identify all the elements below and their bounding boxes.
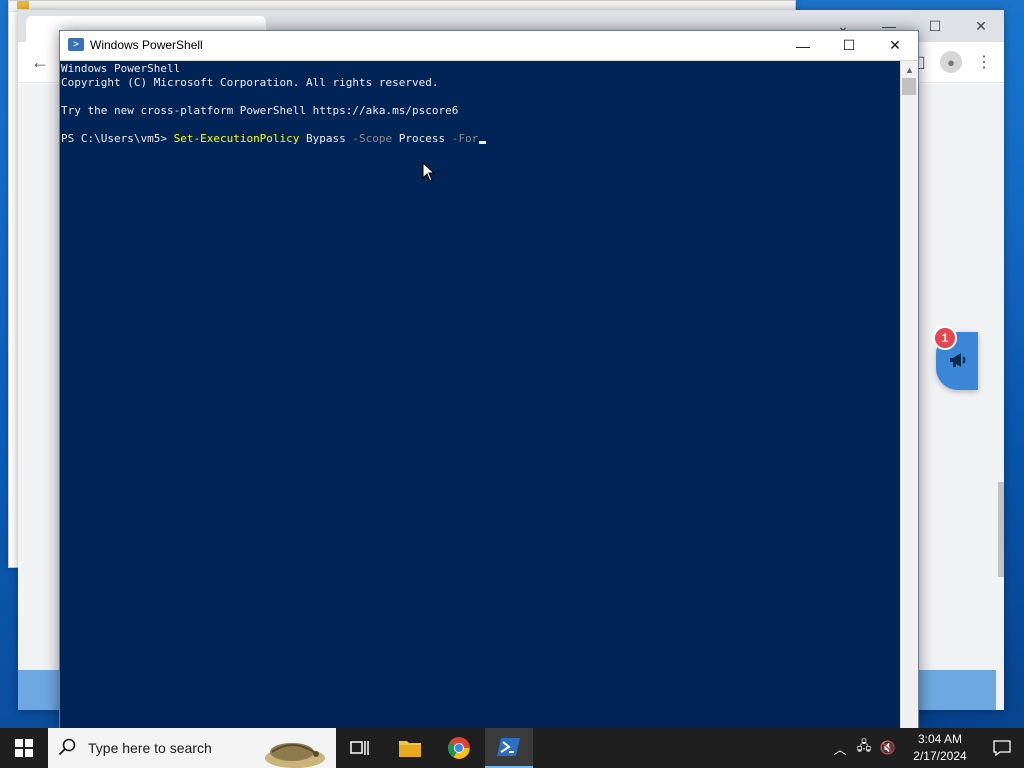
file-explorer-taskbar-button[interactable] <box>386 728 434 768</box>
windows-logo-icon <box>15 739 33 757</box>
powershell-titlebar[interactable]: > Windows PowerShell — ☐ ✕ <box>60 31 918 61</box>
taskbar-search-box[interactable]: Type here to search <box>48 728 336 768</box>
cmdlet-text: Set-ExecutionPolicy <box>173 132 300 145</box>
clock-date: 2/17/2024 <box>913 749 967 763</box>
notification-badge: 1 <box>933 326 957 350</box>
page-scrollbar-thumb[interactable] <box>998 482 1004 577</box>
close-icon[interactable]: ✕ <box>958 10 1004 42</box>
close-button[interactable]: ✕ <box>872 31 918 60</box>
volume-muted-icon[interactable]: 🔇 <box>876 740 900 756</box>
system-tray: ︿ 🖧 🔇 3:04 AM 2/17/2024 <box>828 728 1024 768</box>
profile-avatar-icon[interactable]: ● <box>940 51 962 73</box>
back-arrow-icon[interactable]: ← <box>28 50 52 74</box>
text-cursor <box>479 141 487 144</box>
taskbar: Type here to search ︿ 🖧 🔇 3:04 AM 2/17/2… <box>0 728 1024 768</box>
powershell-icon <box>497 738 520 756</box>
argument-text: Process <box>392 132 452 145</box>
parameter-text: -Scope <box>352 132 393 145</box>
maximize-button[interactable]: ☐ <box>826 31 872 60</box>
clock-time: 3:04 AM <box>917 732 963 746</box>
command-prompt-line[interactable]: PS C:\Users\vm5> Set-ExecutionPolicy Byp… <box>61 132 900 146</box>
console-line: Windows PowerShell <box>61 62 181 75</box>
announcement-widget-button[interactable]: 1 <box>933 326 978 390</box>
prompt-path: PS C:\Users\vm5> <box>61 132 174 145</box>
powershell-taskbar-button[interactable] <box>485 728 533 768</box>
powershell-window[interactable]: > Windows PowerShell — ☐ ✕ Windows Power… <box>59 30 919 730</box>
console-scrollbar[interactable]: ▲ <box>900 61 918 729</box>
window-title: Windows PowerShell <box>90 38 203 52</box>
folder-icon <box>17 1 29 9</box>
notification-icon <box>993 740 1011 756</box>
action-center-button[interactable] <box>980 740 1024 756</box>
parameter-text: -For <box>451 132 479 145</box>
scrollbar-thumb[interactable] <box>902 78 916 95</box>
megaphone-icon <box>949 352 967 373</box>
mouse-pointer-icon <box>422 162 436 182</box>
network-icon[interactable]: 🖧 <box>852 737 876 759</box>
start-button[interactable] <box>0 728 48 768</box>
powershell-icon: > <box>68 38 84 51</box>
chrome-icon <box>448 737 470 759</box>
folder-icon <box>399 741 421 757</box>
search-icon <box>58 738 76 756</box>
chevron-up-icon[interactable]: ︿ <box>828 739 852 758</box>
clock[interactable]: 3:04 AM 2/17/2024 <box>900 731 980 765</box>
argument-text: Bypass <box>299 132 353 145</box>
console-line: Try the new cross-platform PowerShell ht… <box>61 104 459 117</box>
chrome-taskbar-button[interactable] <box>435 728 483 768</box>
console-line: Copyright (C) Microsoft Corporation. All… <box>61 76 439 89</box>
scroll-up-arrow-icon[interactable]: ▲ <box>901 61 918 78</box>
task-view-icon <box>350 741 369 755</box>
task-view-button[interactable] <box>336 728 384 768</box>
console-output[interactable]: Windows PowerShell Copyright (C) Microso… <box>61 61 900 729</box>
search-highlight-image <box>265 743 325 768</box>
more-menu-icon[interactable]: ⋮ <box>972 50 996 74</box>
search-placeholder: Type here to search <box>88 740 212 756</box>
minimize-button[interactable]: — <box>780 31 826 60</box>
